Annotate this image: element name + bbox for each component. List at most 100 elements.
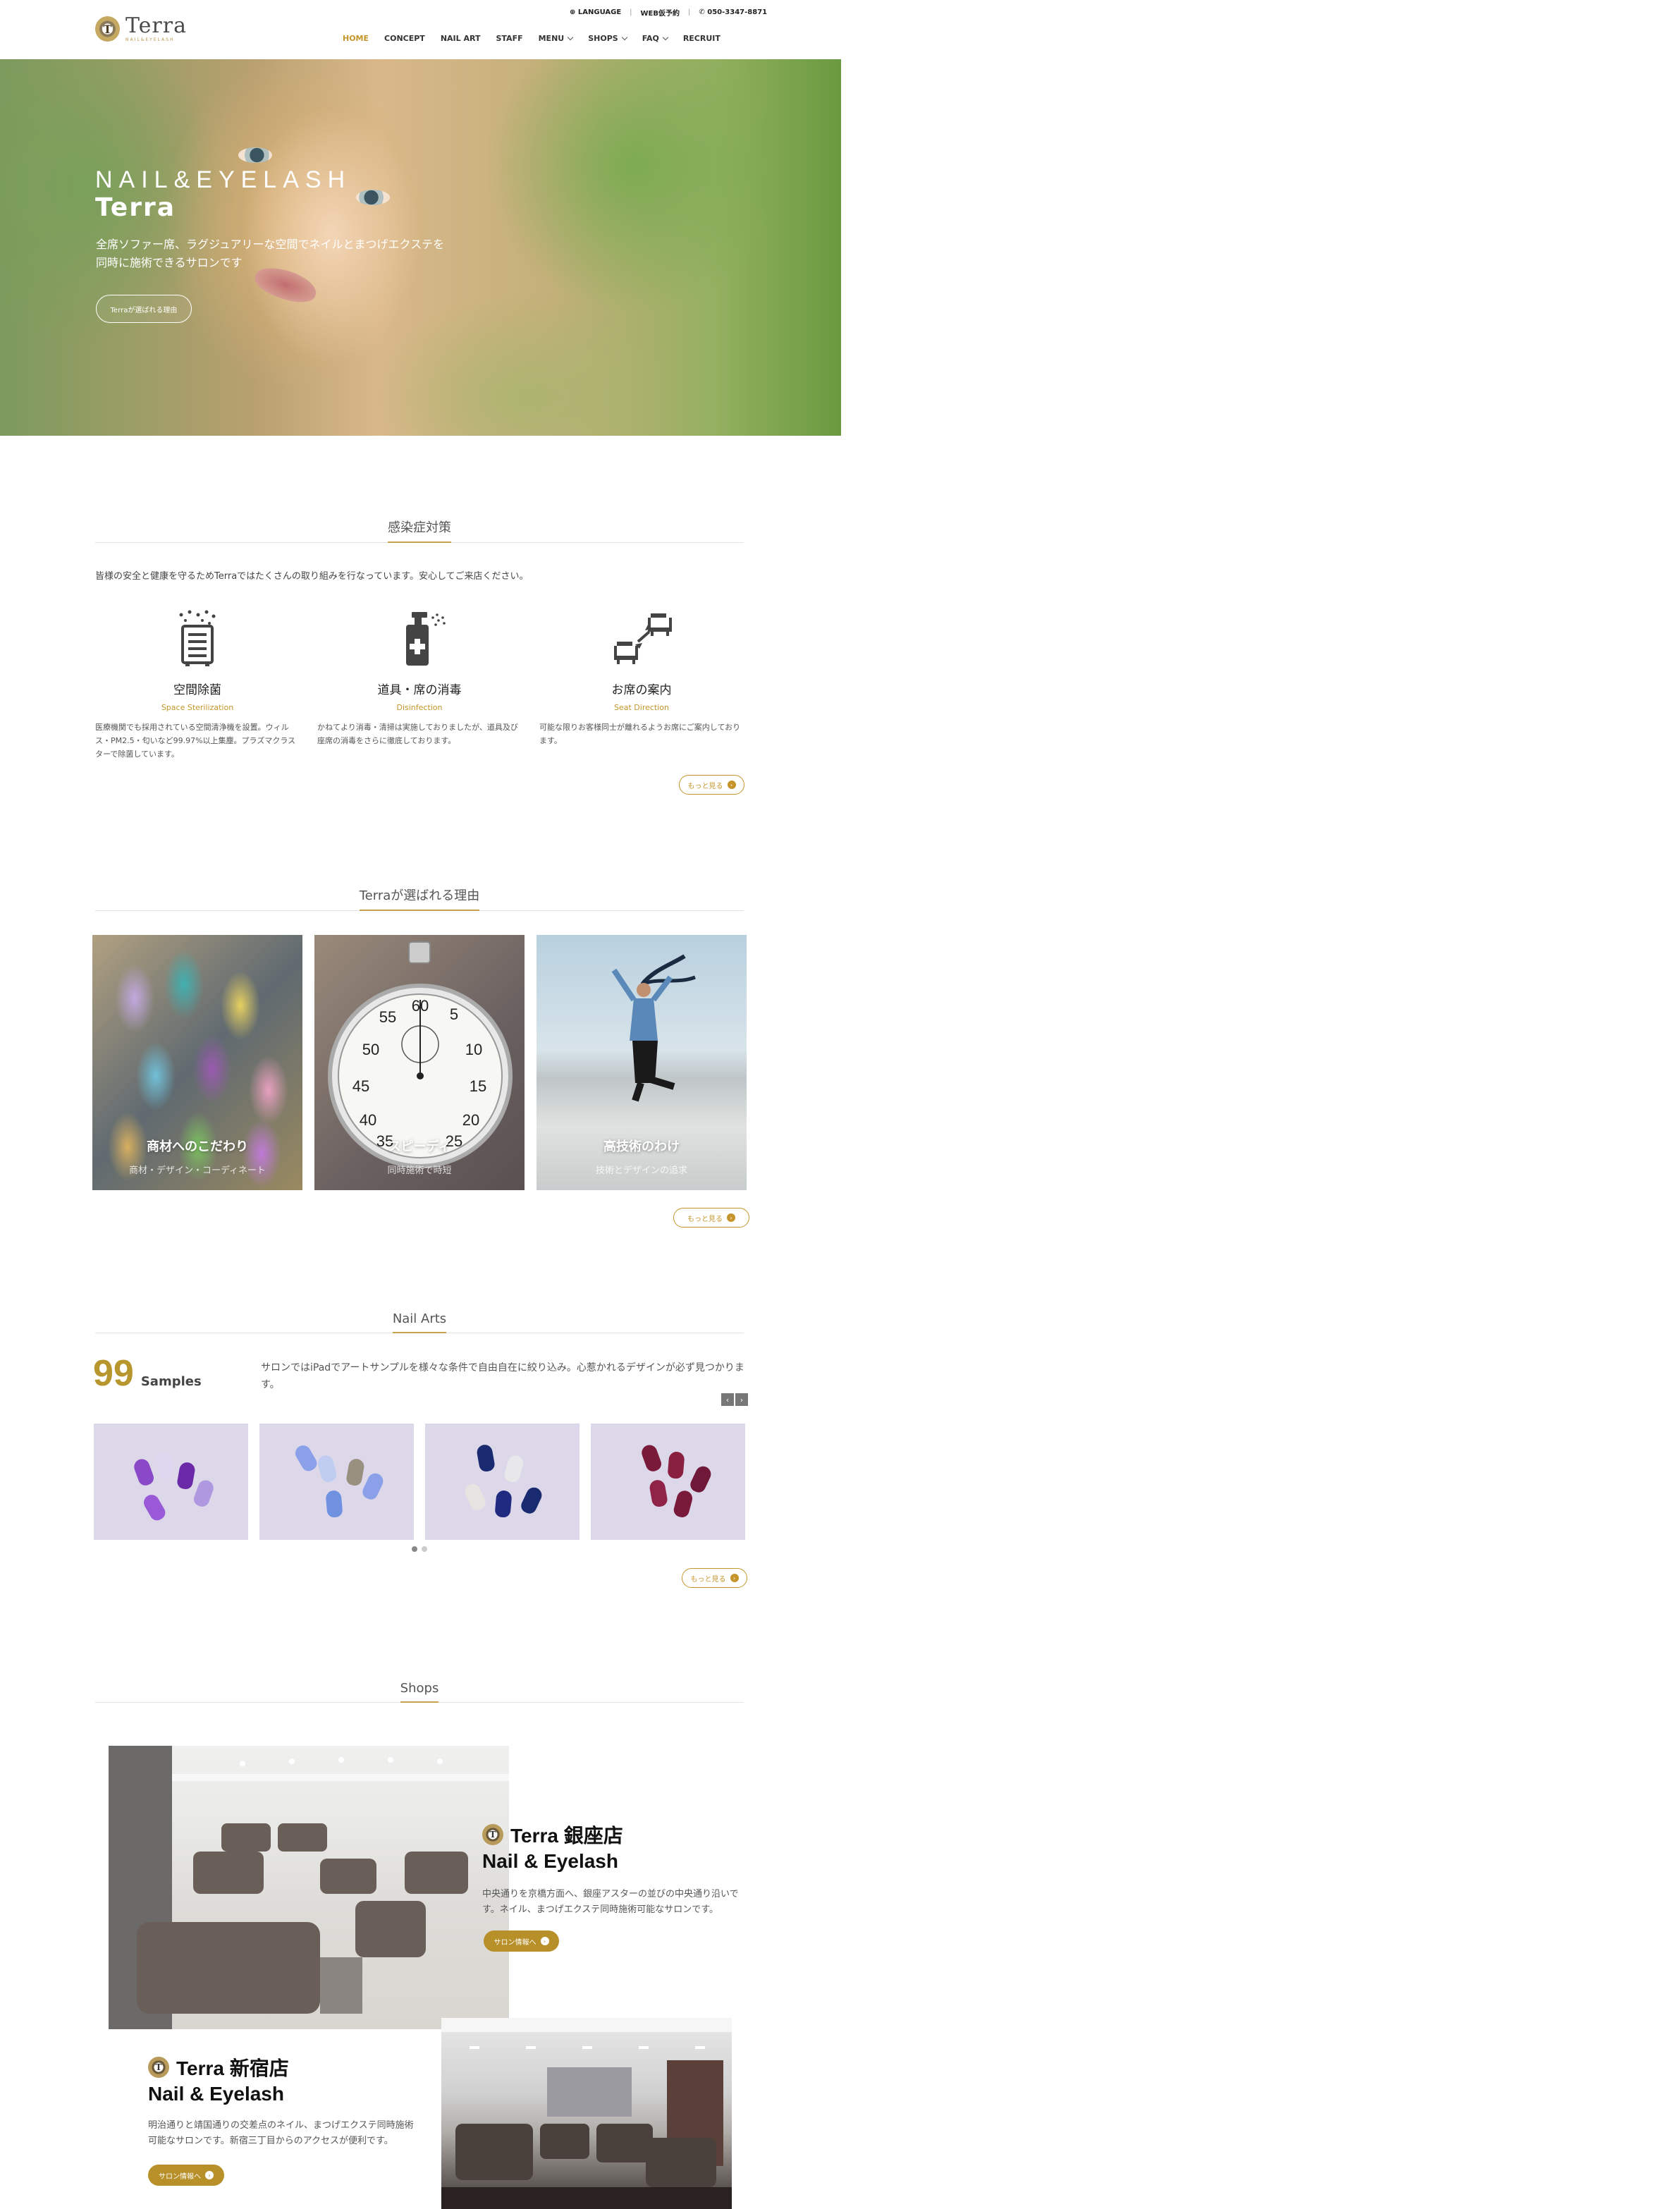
- sample-count-label: Samples: [140, 1374, 202, 1389]
- reason-card-sub: 同時施術で時短: [387, 1165, 452, 1176]
- nav-home[interactable]: HOME: [343, 34, 369, 43]
- divider: |: [630, 8, 632, 16]
- infection-card-title: 空間除菌: [173, 683, 221, 697]
- infection-card-en: Disinfection: [396, 703, 443, 712]
- logo-mark-icon: T: [95, 16, 120, 42]
- hero-reason-button[interactable]: Terraが選ばれる理由: [96, 295, 192, 323]
- reason-card-speedy[interactable]: 60 5 10 15 20 25 35 40 45 50 55 スピーディ 同時施術で時短: [314, 935, 525, 1190]
- arrow-right-icon: ›: [727, 1213, 735, 1222]
- web-booking-link[interactable]: WEB仮予約: [641, 7, 680, 18]
- ginza-shop-sub: Nail & Eyelash: [482, 1850, 618, 1872]
- nav-nail-art[interactable]: NAIL ART: [441, 34, 481, 43]
- reason-card-sub: 技術とデザインの追求: [595, 1165, 687, 1176]
- phone-link[interactable]: ✆ 050-3347-8871: [699, 8, 767, 16]
- ginza-shop-title: T Terra 銀座店: [482, 1821, 623, 1849]
- arrow-right-icon: ›: [205, 2171, 214, 2179]
- ginza-shop-desc: 中央通りを京橋方面へ、銀座アスターの並びの中央通り沿いです。ネイル、まつげエクス…: [482, 1889, 739, 1915]
- nail-sample-card[interactable]: [425, 1424, 580, 1540]
- main-nav: HOME CONCEPT NAIL ART STAFF MENU SHOPS F…: [343, 34, 736, 43]
- next-arrow-icon[interactable]: ›: [735, 1393, 748, 1406]
- sample-count: 99 Samples: [93, 1352, 202, 1395]
- divider: |: [688, 8, 691, 16]
- ginza-shop-photo[interactable]: [109, 1746, 509, 2029]
- shinjuku-shop-desc: 明治通りと靖国通りの交差点のネイル、まつげエクステ同時施術可能なサロンです。新宿…: [148, 2120, 414, 2146]
- site-header: T Terra NAIL&EYELASH ⊕ LANGUAGE | WEB仮予約…: [0, 0, 1680, 59]
- logo-mark-icon: T: [482, 1824, 503, 1845]
- prev-arrow-icon[interactable]: ‹: [721, 1393, 734, 1406]
- infection-card-en: Seat Direction: [614, 703, 669, 712]
- nailarts-more-button[interactable]: もっと見る ›: [682, 1568, 747, 1588]
- hero-banner: NAIL&EYELASH Terra 全席ソファー席、ラグジュアリーな空間でネイ…: [0, 59, 841, 436]
- nav-shops[interactable]: SHOPS: [588, 34, 627, 43]
- spray-bottle-icon: [406, 612, 446, 666]
- svg-text:40: 40: [360, 1111, 376, 1129]
- air-purifier-icon: [179, 610, 216, 666]
- shinjuku-shop-sub: Nail & Eyelash: [148, 2083, 284, 2105]
- reason-card-sub: 商材・デザイン・コーディネート: [128, 1165, 266, 1176]
- ginza-shop-button[interactable]: サロン情報へ ›: [484, 1930, 559, 1952]
- infection-more-button[interactable]: もっと見る ›: [679, 775, 744, 795]
- arrow-right-icon: ›: [540, 1937, 549, 1945]
- carousel-arrows: ‹ ›: [721, 1393, 748, 1406]
- shinjuku-shop-title: T Terra 新宿店: [148, 2053, 289, 2081]
- svg-text:10: 10: [465, 1041, 482, 1058]
- globe-icon: ⊕: [570, 8, 576, 16]
- nav-recruit[interactable]: RECRUIT: [683, 34, 721, 43]
- infection-heading: 感染症対策: [95, 518, 744, 543]
- pagination-dot[interactable]: [412, 1546, 417, 1552]
- shinjuku-shop-photo[interactable]: [441, 2018, 732, 2209]
- carousel-pagination: [412, 1546, 427, 1552]
- pagination-dot[interactable]: [422, 1546, 427, 1552]
- svg-text:55: 55: [379, 1008, 396, 1026]
- phone-icon: ✆: [699, 8, 705, 16]
- sample-count-number: 99: [93, 1353, 134, 1394]
- hero-description: 全席ソファー席、ラグジュアリーな空間でネイルとまつげエクステを同時に施術できるサ…: [96, 238, 445, 269]
- hero-brand: Terra: [95, 193, 176, 222]
- shops-heading: Shops: [95, 1681, 744, 1703]
- infection-card-space: 空間除菌 Space Sterilization 医療機関でも採用されている空間…: [95, 608, 300, 761]
- site-logo[interactable]: T Terra NAIL&EYELASH: [95, 11, 187, 47]
- infection-card-title: お席の案内: [611, 683, 672, 697]
- seat-distance-icon: [614, 613, 672, 664]
- svg-text:5: 5: [450, 1005, 458, 1023]
- nav-menu[interactable]: MENU: [539, 34, 574, 43]
- reason-card-title: スピーディ: [388, 1139, 451, 1154]
- utility-links: ⊕ LANGUAGE | WEB仮予約 | ✆ 050-3347-8871: [570, 7, 767, 18]
- nailarts-heading: Nail Arts: [95, 1311, 744, 1333]
- nail-sample-card[interactable]: [94, 1424, 248, 1540]
- infection-lead: 皆様の安全と健康を守るためTerraではたくさんの取り組みを行なっています。安心…: [95, 571, 529, 582]
- reasons-heading: Terraが選ばれる理由: [95, 886, 744, 911]
- svg-text:50: 50: [362, 1041, 379, 1058]
- language-link[interactable]: ⊕ LANGUAGE: [570, 8, 621, 16]
- nail-sample-card[interactable]: [259, 1424, 414, 1540]
- infection-card-en: Space Sterilization: [161, 703, 234, 712]
- svg-text:15: 15: [470, 1077, 486, 1095]
- nav-faq[interactable]: FAQ: [642, 34, 669, 43]
- logo-mark-icon: T: [148, 2057, 169, 2078]
- reason-card-title: 高技術のわけ: [603, 1139, 680, 1154]
- infection-card-disinfection: 道具・席の消毒 Disinfection かねてより消毒・清掃は実施しておりまし…: [317, 608, 522, 747]
- reason-card-materials[interactable]: 商材へのこだわり 商材・デザイン・コーディネート: [92, 935, 302, 1190]
- hero-photo-detail: [356, 190, 390, 205]
- nav-concept[interactable]: CONCEPT: [384, 34, 425, 43]
- shinjuku-shop-button[interactable]: サロン情報へ ›: [148, 2165, 224, 2186]
- infection-card-desc: 医療機関でも採用されている空間清浄機を設置。ウィルス・PM2.5・匂いなど99.…: [95, 723, 296, 759]
- svg-text:45: 45: [352, 1077, 369, 1095]
- arrow-right-icon: ›: [727, 781, 736, 789]
- reasons-more-button[interactable]: もっと見る ›: [673, 1208, 749, 1228]
- logo-word: Terra: [125, 13, 187, 38]
- nailarts-description: サロンではiPadでアートサンプルを様々な条件で自由自在に絞り込み。心惹かれるデ…: [261, 1362, 744, 1390]
- logo-sub: NAIL&EYELASH: [125, 37, 175, 42]
- chevron-down-icon: [662, 34, 669, 40]
- hero-title: NAIL&EYELASH: [95, 166, 352, 193]
- reason-card-title: 商材へのこだわり: [147, 1139, 248, 1154]
- reason-card-technique[interactable]: 高技術のわけ 技術とデザインの追求: [537, 935, 747, 1190]
- infection-card-title: 道具・席の消毒: [377, 683, 462, 697]
- arrow-right-icon: ›: [730, 1574, 739, 1582]
- hero-photo-detail: [238, 147, 272, 163]
- chevron-down-icon: [567, 34, 574, 40]
- infection-card-desc: かねてより消毒・清掃は実施しておりましたが、道具及び座席の消毒をさらに徹底してお…: [317, 723, 518, 745]
- nail-sample-card[interactable]: [591, 1424, 745, 1540]
- chevron-down-icon: [621, 34, 627, 40]
- nav-staff[interactable]: STAFF: [496, 34, 522, 43]
